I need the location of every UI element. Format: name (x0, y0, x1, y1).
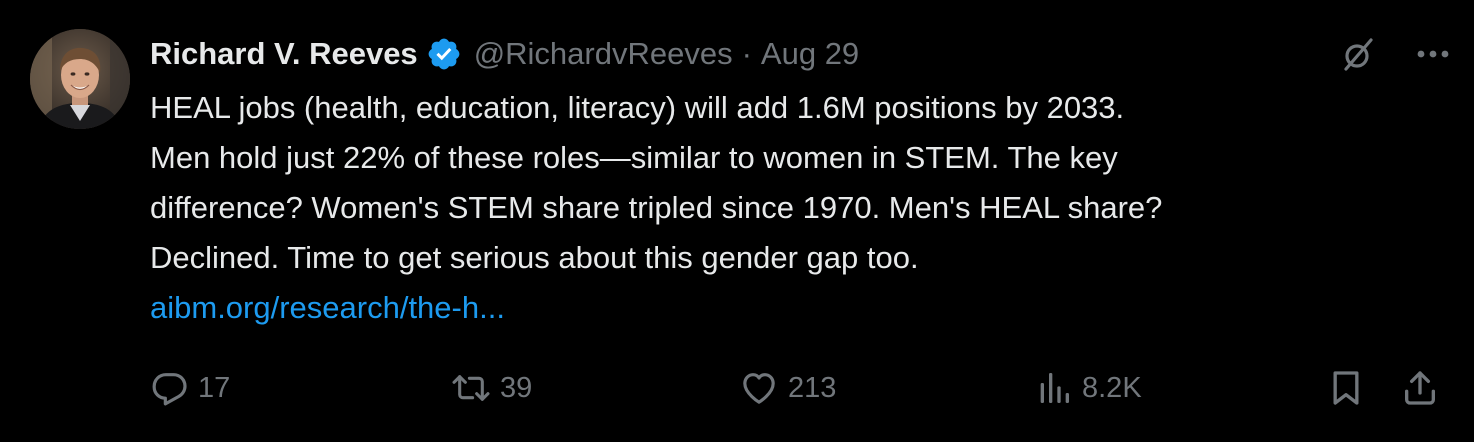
like-button[interactable]: 213 (738, 360, 836, 416)
like-count: 213 (788, 371, 837, 404)
tweet[interactable]: Richard V. Reeves @RichardvReeves · Aug … (0, 0, 1474, 442)
repost-button[interactable]: 39 (450, 360, 532, 416)
tweet-link[interactable]: aibm.org/research/the-h... (150, 290, 505, 325)
separator-dot: · (741, 36, 752, 71)
reply-icon (152, 373, 187, 406)
grok-icon[interactable] (1338, 34, 1378, 74)
tweet-text-line: difference? Women's STEM share tripled s… (150, 190, 1163, 225)
avatar[interactable] (30, 29, 130, 129)
repost-icon (452, 375, 490, 401)
reply-count: 17 (198, 371, 231, 404)
avatar-image (30, 29, 130, 129)
views-button[interactable]: 8.2K (1034, 360, 1142, 416)
tweet-date[interactable]: Aug 29 (761, 30, 859, 78)
tweet-actions-bar: 17 39 213 8.2K (150, 360, 1450, 416)
bookmark-button[interactable] (1326, 360, 1366, 416)
bookmark-icon (1333, 371, 1359, 405)
heart-icon (743, 373, 775, 404)
share-button[interactable] (1400, 360, 1440, 416)
more-icon[interactable] (1416, 49, 1450, 59)
author-display-name[interactable]: Richard V. Reeves (150, 30, 418, 78)
tweet-header: Richard V. Reeves @RichardvReeves · Aug … (150, 30, 859, 78)
tweet-text-line: HEAL jobs (health, education, literacy) … (150, 90, 1125, 125)
share-icon (1405, 371, 1435, 405)
verified-badge-icon[interactable] (426, 36, 462, 72)
repost-count: 39 (500, 371, 533, 404)
tweet-text: HEAL jobs (health, education, literacy) … (150, 83, 1440, 333)
analytics-icon (1040, 373, 1069, 403)
tweet-text-line: Declined. Time to get serious about this… (150, 240, 919, 275)
tweet-text-line: Men hold just 22% of these roles—similar… (150, 140, 1118, 175)
reply-button[interactable]: 17 (150, 360, 230, 416)
author-handle[interactable]: @RichardvReeves (474, 30, 733, 78)
view-count: 8.2K (1082, 371, 1142, 404)
top-actions (1338, 30, 1450, 78)
